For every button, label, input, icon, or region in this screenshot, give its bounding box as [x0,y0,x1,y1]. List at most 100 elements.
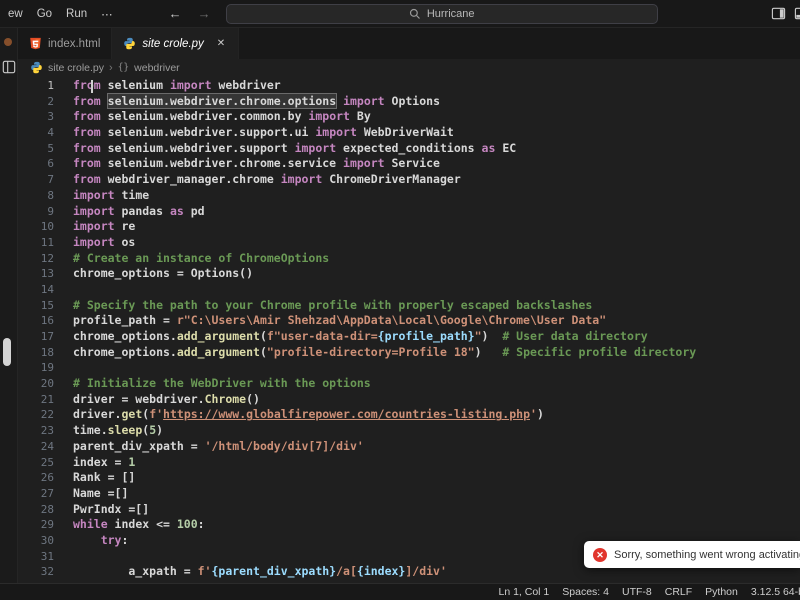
code-text: parent_div_xpath = '/html/body/div[7]/di… [54,439,364,455]
line-number: 22 [18,407,54,423]
chevron-right-icon: › [109,62,113,74]
code-line[interactable]: 9import pandas as pd [18,204,800,220]
line-number: 14 [18,282,54,298]
code-text: import re [54,219,135,235]
cropped-tab-icon [4,38,12,46]
search-text: Hurricane [427,8,475,20]
code-text: Name =[] [54,486,128,502]
code-text: from selenium.webdriver.chrome.service i… [54,156,440,172]
status-eol[interactable]: CRLF [665,586,692,598]
activity-bar-cropped [0,28,18,583]
forward-icon[interactable]: → [195,6,214,21]
code-line[interactable]: 22driver.get(f'https://www.globalfirepow… [18,407,800,423]
code-line[interactable]: 11import os [18,235,800,251]
code-text: chrome_options.add_argument("profile-dir… [54,345,696,361]
code-line[interactable]: 24parent_div_xpath = '/html/body/div[7]/… [18,439,800,455]
code-line[interactable]: 14 [18,282,800,298]
error-icon: ✕ [593,548,607,562]
notification-message: Sorry, something went wrong activating i [614,549,800,561]
tab-label: site crole.py [142,38,203,50]
tab-bar: index.html site crole.py ✕ [18,28,800,59]
code-line[interactable]: 3from selenium.webdriver.common.by impor… [18,109,800,125]
code-line[interactable]: 26Rank = [] [18,470,800,486]
code-line[interactable]: 23time.sleep(5) [18,423,800,439]
line-number: 9 [18,204,54,220]
code-line[interactable]: 27Name =[] [18,486,800,502]
line-number: 26 [18,470,54,486]
activity-indicator[interactable] [3,338,11,366]
code-editor[interactable]: 1from selenium import webdriver2from sel… [18,76,800,583]
code-line[interactable]: 15# Specify the path to your Chrome prof… [18,298,800,314]
code-text: driver.get(f'https://www.globalfirepower… [54,407,544,423]
code-line[interactable]: 1from selenium import webdriver [18,78,800,94]
line-number: 18 [18,345,54,361]
code-text: # Specify the path to your Chrome profil… [54,298,592,314]
breadcrumb: site crole.py › {} webdriver [18,59,800,76]
code-line[interactable]: 28PwrIndx =[] [18,502,800,518]
code-text: from selenium.webdriver.support.ui impor… [54,125,454,141]
error-notification[interactable]: ✕ Sorry, something went wrong activating… [584,541,800,568]
line-number: 32 [18,564,54,580]
code-line[interactable]: 4from selenium.webdriver.support.ui impo… [18,125,800,141]
command-center-search[interactable]: Hurricane [226,4,658,24]
code-line[interactable]: 19 [18,360,800,376]
close-tab-icon[interactable]: ✕ [215,37,227,50]
line-number: 8 [18,188,54,204]
code-line[interactable]: 29while index <= 100: [18,517,800,533]
editor-layout-icon[interactable] [2,60,16,74]
code-line[interactable]: 7from webdriver_manager.chrome import Ch… [18,172,800,188]
status-encoding[interactable]: UTF-8 [622,586,652,598]
code-line[interactable]: 20# Initialize the WebDriver with the op… [18,376,800,392]
workbench: index.html site crole.py ✕ site cro [0,28,800,583]
menu-go[interactable]: Go [32,6,57,22]
status-cursor-position[interactable]: Ln 1, Col 1 [498,586,549,598]
code-line[interactable]: 13chrome_options = Options() [18,266,800,282]
code-line[interactable]: 10import re [18,219,800,235]
line-number: 13 [18,266,54,282]
code-line[interactable]: 16profile_path = r"C:\Users\Amir Shehzad… [18,313,800,329]
code-line[interactable]: 2from selenium.webdriver.chrome.options … [18,94,800,110]
code-line[interactable]: 12# Create an instance of ChromeOptions [18,251,800,267]
layout-sidebar-icon[interactable] [771,6,786,21]
menu-more[interactable]: ⋯ [96,5,118,23]
line-number: 28 [18,502,54,518]
back-icon[interactable]: ← [166,6,185,21]
line-number: 2 [18,94,54,110]
history-nav: ← → [166,6,214,21]
menu-view[interactable]: ew [3,6,28,22]
breadcrumb-symbol[interactable]: webdriver [134,62,180,74]
tab-index-html[interactable]: index.html [18,28,112,59]
html-icon [29,37,42,50]
tab-site-crole-py[interactable]: site crole.py ✕ [112,28,239,59]
code-text [54,360,73,376]
code-line[interactable]: 6from selenium.webdriver.chrome.service … [18,156,800,172]
status-language[interactable]: Python [705,586,738,598]
text-cursor [91,80,93,93]
layout-panel-icon[interactable] [794,6,800,21]
line-number: 30 [18,533,54,549]
symbol-namespace-icon: {} [118,62,129,73]
code-line[interactable]: 5from selenium.webdriver.support import … [18,141,800,157]
code-text: index = 1 [54,455,135,471]
code-text: import os [54,235,135,251]
status-interpreter[interactable]: 3.12.5 64-b [751,586,800,598]
code-line[interactable]: 21driver = webdriver.Chrome() [18,392,800,408]
menu-run[interactable]: Run [61,6,92,22]
code-area: 1from selenium import webdriver2from sel… [18,78,800,580]
line-number: 10 [18,219,54,235]
code-text: # Initialize the WebDriver with the opti… [54,376,371,392]
line-number: 23 [18,423,54,439]
python-icon [30,61,43,74]
code-text: Rank = [] [54,470,135,486]
layout-controls [771,6,800,21]
code-line[interactable]: 25index = 1 [18,455,800,471]
line-number: 7 [18,172,54,188]
breadcrumb-file[interactable]: site crole.py [48,62,104,74]
status-indentation[interactable]: Spaces: 4 [562,586,609,598]
menu-bar: ew Go Run ⋯ [0,5,118,23]
line-number: 19 [18,360,54,376]
code-line[interactable]: 17chrome_options.add_argument(f"user-dat… [18,329,800,345]
code-line[interactable]: 8import time [18,188,800,204]
code-text: while index <= 100: [54,517,205,533]
code-line[interactable]: 18chrome_options.add_argument("profile-d… [18,345,800,361]
